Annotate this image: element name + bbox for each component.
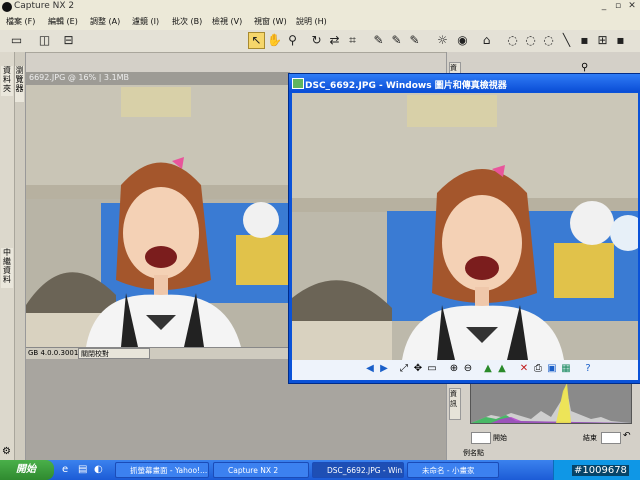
reset-icon[interactable]: ↶	[623, 431, 631, 441]
left-panel-strip: 資料夾 中繼資料 ⚙	[0, 52, 15, 460]
rotate-clockwise-icon[interactable]: ▲	[482, 363, 494, 375]
task-capture-nx[interactable]: Capture NX 2	[213, 462, 309, 478]
viewer-app-icon	[292, 78, 304, 89]
menu-help[interactable]: 說明 (H)	[296, 16, 327, 27]
menu-file[interactable]: 檔案 (F)	[6, 16, 35, 27]
viewer-title-bar[interactable]: DSC_6692.JPG - Windows 圖片和傳真檢視器	[289, 74, 640, 92]
zoom-icon[interactable]: ⚲	[581, 62, 588, 73]
tab-browser[interactable]: 瀏覽器	[15, 66, 24, 102]
crop-icon[interactable]: ⌗	[344, 32, 361, 49]
zoom-out-icon[interactable]: ⊖	[462, 363, 474, 375]
task-paint[interactable]: 未命名 - 小畫家	[407, 462, 499, 478]
black-point-icon[interactable]: ✎	[370, 32, 387, 49]
taskbar: 開始 e ▤ ◐ 抓螢幕畫面 - Yahoo!... Capture NX 2 …	[0, 460, 640, 480]
restore-icon[interactable]: ▫	[612, 1, 624, 12]
best-fit-icon[interactable]: ⤢	[398, 363, 410, 375]
app-title-bar: Capture NX 2 _ ▫ ✕	[0, 0, 640, 15]
lasso-icon[interactable]: ◌	[522, 32, 539, 49]
minimize-icon[interactable]: _	[598, 1, 610, 12]
start-value-field[interactable]	[471, 432, 491, 444]
gradient-icon[interactable]: ▪	[576, 32, 593, 49]
save-icon[interactable]: ⊟	[60, 32, 77, 49]
version-label: GB 4.0.0.3001	[28, 349, 79, 357]
print-icon[interactable]: ⎙	[532, 363, 544, 375]
slideshow-icon[interactable]: ▭	[426, 363, 438, 375]
watermark: #1009678	[572, 465, 629, 476]
tab-folders[interactable]: 資料夾	[1, 66, 13, 96]
menu-bar: 檔案 (F) 編輯 (E) 調整 (A) 濾鏡 (I) 批次 (B) 檢視 (V…	[0, 14, 640, 31]
hand-tool-icon[interactable]: ✋	[266, 32, 283, 49]
media-icon[interactable]: ◐	[94, 464, 103, 475]
menu-view[interactable]: 檢視 (V)	[212, 16, 242, 27]
copy-to-icon[interactable]: ▣	[546, 363, 558, 375]
photo-main-image	[26, 85, 290, 347]
auto-retouch-icon[interactable]: ◉	[454, 32, 471, 49]
toolbar: ▭ ◫ ⊟ ↖ ✋ ⚲ ↻ ⇄ ⌗ ✎ ✎ ✎ ☼ ◉ ⌂ ◌ ◌ ◌ ╲ ▪ …	[0, 30, 640, 53]
app-logo-icon	[2, 2, 12, 12]
brush-icon[interactable]: ╲	[558, 32, 575, 49]
menu-edit[interactable]: 編輯 (E)	[48, 16, 78, 27]
zoom-in-icon[interactable]: ⊕	[448, 363, 460, 375]
red-eye-icon[interactable]: ☼	[434, 32, 451, 49]
photo-viewer[interactable]	[292, 93, 638, 360]
control-point-icon[interactable]: ◌	[504, 32, 521, 49]
marquee-icon[interactable]: ◌	[540, 32, 557, 49]
picture-viewer-window: DSC_6692.JPG - Windows 圖片和傳真檢視器 ◀ ▶ ⤢ ✥ …	[288, 73, 640, 384]
straighten-icon[interactable]: ⇄	[326, 32, 343, 49]
next-image-icon[interactable]: ▶	[378, 363, 390, 375]
task-yahoo[interactable]: 抓螢幕畫面 - Yahoo!...	[115, 462, 209, 478]
task-picture-viewer[interactable]: DSC_6692.JPG - Win...	[312, 462, 404, 478]
app-title: Capture NX 2	[14, 1, 75, 11]
photo-main[interactable]	[26, 85, 290, 347]
tab-metadata[interactable]: 中繼資料	[1, 248, 13, 288]
selection-mode-icon[interactable]: ▪	[612, 32, 629, 49]
histogram	[470, 380, 632, 424]
folder-icon[interactable]: ▤	[78, 464, 87, 475]
rotate-counterclockwise-icon[interactable]: ▲	[496, 363, 508, 375]
direct-select-tool-icon[interactable]: ↖	[248, 32, 265, 49]
histogram-tab[interactable]: 資訊	[449, 388, 461, 420]
neutral-point-icon[interactable]: ✎	[388, 32, 405, 49]
viewer-toolbar: ◀ ▶ ⤢ ✥ ▭ ⊕ ⊖ ▲ ▲ ✕ ⎙ ▣ ▦ ?	[292, 360, 638, 380]
actual-size-icon[interactable]: ✥	[412, 363, 424, 375]
end-value-field[interactable]	[601, 432, 621, 444]
delete-icon[interactable]: ✕	[518, 363, 530, 375]
white-point-icon[interactable]: ✎	[406, 32, 423, 49]
help-icon[interactable]: ?	[582, 363, 594, 375]
image-pane-header: 6692.JPG @ 16% | 3.1MB	[26, 72, 290, 85]
histogram-graph	[471, 381, 631, 423]
image-info: 6692.JPG @ 16% | 3.1MB	[29, 73, 130, 82]
start-label: 開始	[493, 434, 507, 442]
tag-icon[interactable]: ⌂	[478, 32, 495, 49]
photo-viewer-image	[292, 93, 638, 360]
camera-icon[interactable]: ◫	[36, 32, 53, 49]
menu-adjust[interactable]: 調整 (A)	[90, 16, 120, 27]
menu-filter[interactable]: 濾鏡 (I)	[132, 16, 159, 27]
browser-strip: 瀏覽器	[15, 52, 26, 460]
previous-image-icon[interactable]: ◀	[364, 363, 376, 375]
browser-toggle-icon[interactable]: ▭	[8, 32, 25, 49]
fill-icon[interactable]: ⊞	[594, 32, 611, 49]
soft-proof-select[interactable]: 關閉校對	[78, 348, 150, 359]
zoom-tool-icon[interactable]: ⚲	[284, 32, 301, 49]
start-button[interactable]: 開始	[0, 460, 54, 480]
settings-icon[interactable]: ⚙	[2, 446, 11, 457]
rotate-icon[interactable]: ↻	[308, 32, 325, 49]
viewer-title: DSC_6692.JPG - Windows 圖片和傳真檢視器	[305, 81, 507, 91]
end-label: 結束	[583, 434, 597, 442]
menu-batch[interactable]: 批次 (B)	[172, 16, 202, 27]
edit-icon[interactable]: ▦	[560, 363, 572, 375]
menu-window[interactable]: 視窗 (W)	[254, 16, 287, 27]
section-label-bottom[interactable]: 例名點	[463, 448, 484, 458]
close-icon[interactable]: ✕	[626, 1, 638, 12]
ie-icon[interactable]: e	[62, 464, 68, 475]
